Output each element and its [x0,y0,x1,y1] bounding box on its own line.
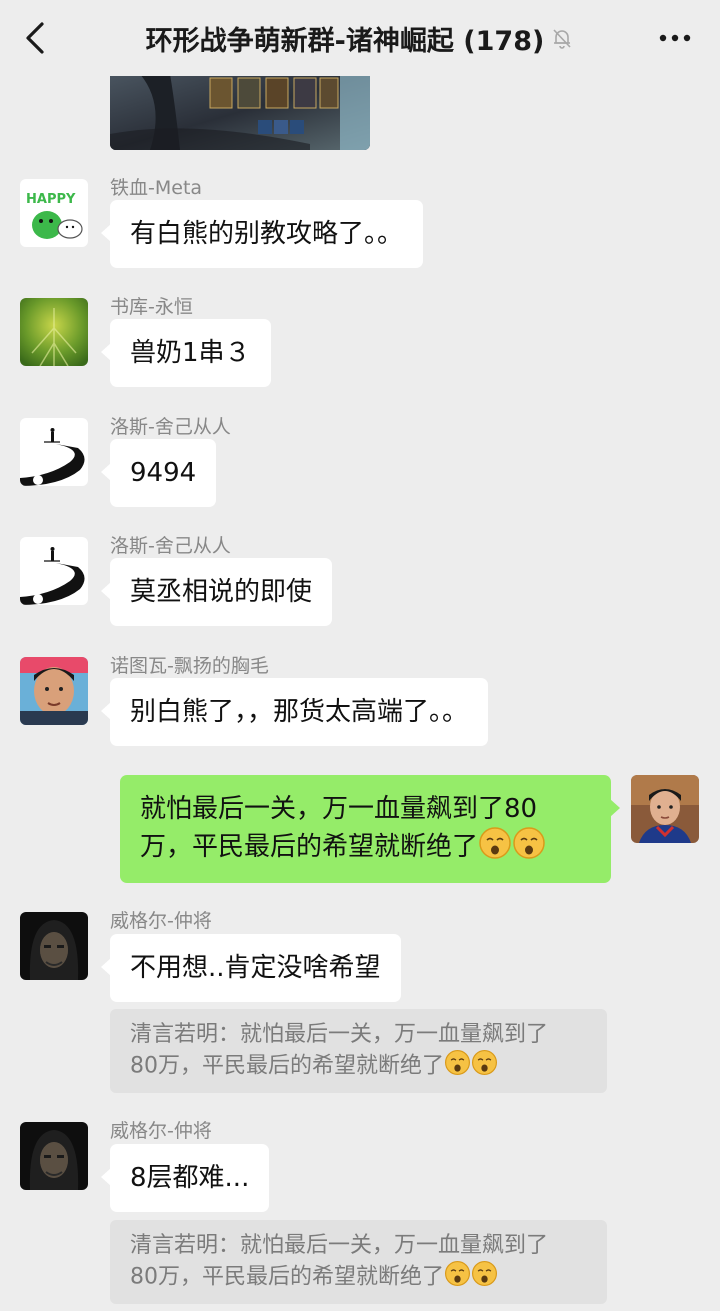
avatar[interactable]: HAPPY [20,179,88,247]
sender-name: 威格尔-仲将 [110,1120,212,1142]
message-line-with-emoji: 万，平民最后的希望就断绝了 [140,826,591,869]
avatar[interactable] [20,912,88,980]
quote-line-with-emoji: 80万，平民最后的希望就断绝了 [130,1049,587,1084]
message-bubble[interactable]: 9494 [100,439,217,507]
avatar[interactable] [20,537,88,605]
chevron-left-icon[interactable] [18,18,54,58]
sender-name: 书库-永恒 [110,296,193,318]
sleepy-face-emoji-icon [471,1260,498,1295]
sender-name: 洛斯-舍己从人 [110,416,231,438]
quoted-message[interactable]: 清言若明：就怕最后一关，万一血量飙到了 80万，平民最后的希望就断绝了 [110,1009,607,1093]
sender-name: 洛斯-舍己从人 [110,535,231,557]
message-bubble[interactable]: 别白熊了，，那货太高端了。。 [100,678,489,746]
quote-line: 80万，平民最后的希望就断绝了 [130,1264,444,1290]
quote-line: 清言若明：就怕最后一关，万一血量飙到了 [130,1233,549,1258]
sender-name: 诺图瓦-飘扬的胸毛 [110,655,269,677]
ellipsis-icon[interactable] [658,22,692,54]
sleepy-face-emoji-icon [478,826,512,869]
message-bubble[interactable]: 有白熊的别教攻略了。。 [100,200,424,268]
back-button[interactable] [18,18,54,58]
chat-title: 环形战争萌新群-诸神崛起 (178) [145,25,545,57]
chat-header: 环形战争萌新群-诸神崛起 (178) [0,0,720,76]
chat-image-message[interactable] [110,74,370,150]
message-bubble[interactable]: 不用想..肯定没啥希望 [101,934,401,1002]
avatar[interactable] [20,298,88,366]
message-bubble[interactable]: 8层都难... [100,1144,270,1212]
message-bubble[interactable]: 兽奶1串３ [101,319,271,387]
sleepy-face-emoji-icon [512,826,546,869]
quote-line: 80万，平民最后的希望就断绝了 [130,1053,444,1079]
message-line: 万，平民最后的希望就断绝了 [140,832,479,862]
sender-name: 铁血-Meta [110,177,203,199]
quote-line: 清言若明：就怕最后一关，万一血量飙到了 [130,1022,549,1047]
bell-slash-icon [553,29,571,49]
more-options-button[interactable] [658,22,692,54]
sender-name: 威格尔-仲将 [110,910,212,932]
avatar[interactable] [631,775,699,843]
avatar[interactable] [20,418,88,486]
sleepy-face-emoji-icon [444,1260,471,1295]
message-bubble[interactable]: 莫丞相说的即使 [100,558,333,626]
message-line: 就怕最后一关，万一血量飙到了80 [140,794,538,824]
avatar[interactable] [20,1122,88,1190]
sleepy-face-emoji-icon [471,1049,498,1084]
quote-line-with-emoji: 80万，平民最后的希望就断绝了 [130,1260,587,1295]
quoted-message[interactable]: 清言若明：就怕最后一关，万一血量飙到了 80万，平民最后的希望就断绝了 [110,1220,607,1304]
svg-text:HAPPY: HAPPY [26,192,76,207]
message-bubble-self[interactable]: 就怕最后一关，万一血量飙到了80 万，平民最后的希望就断绝了 [120,775,620,883]
sleepy-face-emoji-icon [444,1049,471,1084]
avatar[interactable] [20,657,88,725]
